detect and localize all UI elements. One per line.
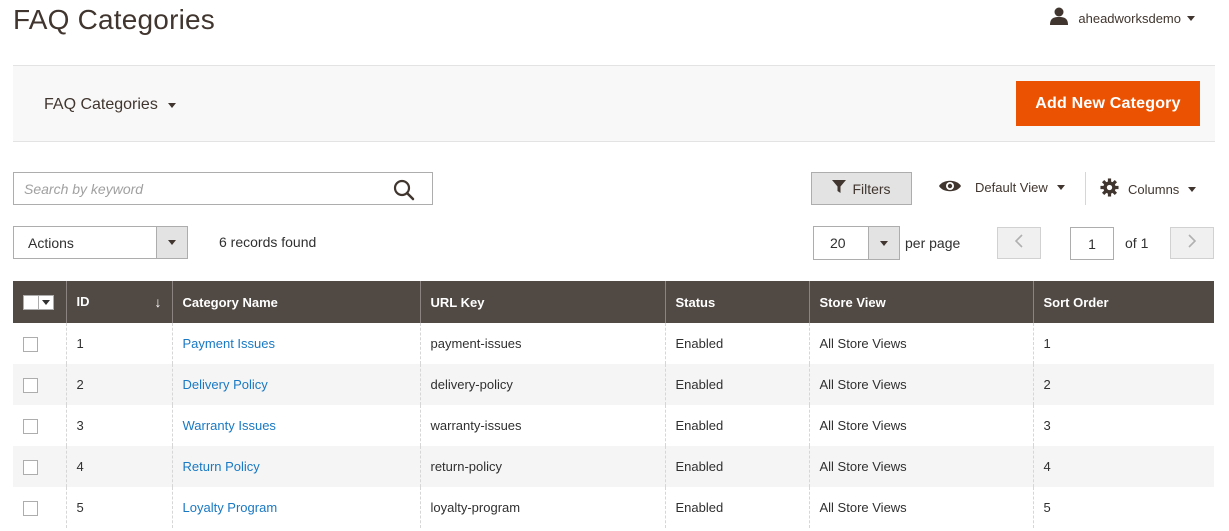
search-box <box>13 172 433 205</box>
chevron-right-icon <box>1187 233 1197 253</box>
cell-sort-order: 4 <box>1032 446 1214 487</box>
next-page-button[interactable] <box>1170 227 1214 259</box>
per-page-value: 20 <box>830 235 846 251</box>
column-header-store-view[interactable]: Store View <box>808 281 1033 323</box>
default-view-dropdown[interactable]: Default View <box>938 178 1065 197</box>
mass-select-checkbox[interactable] <box>23 295 54 311</box>
cell-status: Enabled <box>664 487 809 528</box>
cell-sort-order: 1 <box>1032 323 1214 364</box>
page-number-input[interactable] <box>1070 227 1114 260</box>
search-input[interactable] <box>14 173 374 204</box>
filters-button[interactable]: Filters <box>811 172 912 205</box>
cell-category-name[interactable]: Warranty Issues <box>171 405 420 446</box>
cell-status: Enabled <box>664 364 809 405</box>
cell-url-key: loyalty-program <box>419 487 665 528</box>
cell-category-name[interactable]: Loyalty Program <box>171 487 420 528</box>
row-select-cell <box>13 364 66 405</box>
previous-page-button[interactable] <box>997 227 1041 259</box>
user-name: aheadworksdemo <box>1078 11 1181 26</box>
mass-select-header <box>13 281 66 323</box>
row-select-cell <box>13 487 66 528</box>
cell-status: Enabled <box>664 323 809 364</box>
table-row[interactable]: 1 Payment Issues payment-issues Enabled … <box>13 323 1214 364</box>
page-actions-bar: FAQ Categories Add New Category <box>13 65 1215 142</box>
row-checkbox[interactable] <box>23 500 38 516</box>
category-switcher[interactable]: FAQ Categories <box>44 96 176 114</box>
cell-sort-order: 3 <box>1032 405 1214 446</box>
user-icon <box>1049 7 1069 30</box>
actions-label: Actions <box>28 235 74 251</box>
cell-id: 1 <box>65 323 172 364</box>
toolbar-divider <box>1085 172 1086 205</box>
select-arrow <box>868 227 899 259</box>
search-icon[interactable] <box>392 178 416 202</box>
row-checkbox[interactable] <box>23 336 38 352</box>
column-header-id[interactable]: ID ↓ <box>65 281 172 323</box>
per-page-select[interactable]: 20 <box>813 226 900 260</box>
cell-store-view: All Store Views <box>808 446 1033 487</box>
row-select-cell <box>13 446 66 487</box>
cell-store-view: All Store Views <box>808 405 1033 446</box>
filter-icon <box>832 180 847 197</box>
page-of-label: of 1 <box>1125 235 1149 251</box>
gear-icon <box>1100 178 1119 200</box>
user-menu[interactable]: aheadworksdemo <box>1049 7 1195 30</box>
cell-url-key: payment-issues <box>419 323 665 364</box>
column-header-sort-order[interactable]: Sort Order <box>1032 281 1214 323</box>
cell-sort-order: 5 <box>1032 487 1214 528</box>
chevron-left-icon <box>1014 233 1024 253</box>
chevron-down-icon <box>880 240 888 246</box>
cell-id: 4 <box>65 446 172 487</box>
table-row[interactable]: 4 Return Policy return-policy Enabled Al… <box>13 446 1214 487</box>
cell-store-view: All Store Views <box>808 364 1033 405</box>
chevron-down-icon <box>1056 185 1065 190</box>
table-row[interactable]: 3 Warranty Issues warranty-issues Enable… <box>13 405 1214 446</box>
columns-label: Columns <box>1128 181 1180 197</box>
page-title: FAQ Categories <box>13 4 215 35</box>
switcher-label: FAQ Categories <box>44 96 158 113</box>
chevron-down-icon <box>42 300 50 306</box>
row-checkbox[interactable] <box>23 418 38 434</box>
cell-id: 2 <box>65 364 172 405</box>
row-select-cell <box>13 405 66 446</box>
cell-category-name[interactable]: Return Policy <box>171 446 420 487</box>
chevron-down-icon <box>1188 186 1197 192</box>
row-checkbox[interactable] <box>23 377 38 393</box>
cell-url-key: return-policy <box>419 446 665 487</box>
mass-actions-select[interactable]: Actions <box>13 226 188 259</box>
columns-dropdown[interactable]: Columns <box>1100 178 1197 200</box>
row-checkbox[interactable] <box>23 459 38 475</box>
cell-sort-order: 2 <box>1032 364 1214 405</box>
add-new-category-button[interactable]: Add New Category <box>1016 81 1200 126</box>
select-arrow <box>156 227 187 258</box>
cell-store-view: All Store Views <box>808 487 1033 528</box>
grid-header-row: ID ↓ Category Name URL Key Status Store … <box>13 281 1214 323</box>
records-found: 6 records found <box>219 234 317 250</box>
cell-category-name[interactable]: Payment Issues <box>171 323 420 364</box>
cell-status: Enabled <box>664 405 809 446</box>
row-select-cell <box>13 323 66 364</box>
cell-id: 3 <box>65 405 172 446</box>
cell-url-key: delivery-policy <box>419 364 665 405</box>
chevron-down-icon <box>167 102 176 108</box>
cell-status: Enabled <box>664 446 809 487</box>
table-row[interactable]: 2 Delivery Policy delivery-policy Enable… <box>13 364 1214 405</box>
cell-id: 5 <box>65 487 172 528</box>
cell-store-view: All Store Views <box>808 323 1033 364</box>
per-page-label: per page <box>905 235 961 251</box>
table-row[interactable]: 5 Loyalty Program loyalty-program Enable… <box>13 487 1214 528</box>
column-header-label: ID <box>76 294 90 309</box>
filters-label: Filters <box>852 180 891 197</box>
chevron-down-icon <box>1187 16 1195 21</box>
column-header-category-name[interactable]: Category Name <box>171 281 420 323</box>
eye-icon <box>938 178 962 197</box>
sort-arrow-icon: ↓ <box>154 294 162 310</box>
view-label: Default View <box>975 180 1048 195</box>
cell-category-name[interactable]: Delivery Policy <box>171 364 420 405</box>
categories-grid: ID ↓ Category Name URL Key Status Store … <box>13 281 1214 528</box>
chevron-down-icon <box>168 240 176 245</box>
cell-url-key: warranty-issues <box>419 405 665 446</box>
column-header-status[interactable]: Status <box>664 281 809 323</box>
column-header-url-key[interactable]: URL Key <box>419 281 665 323</box>
